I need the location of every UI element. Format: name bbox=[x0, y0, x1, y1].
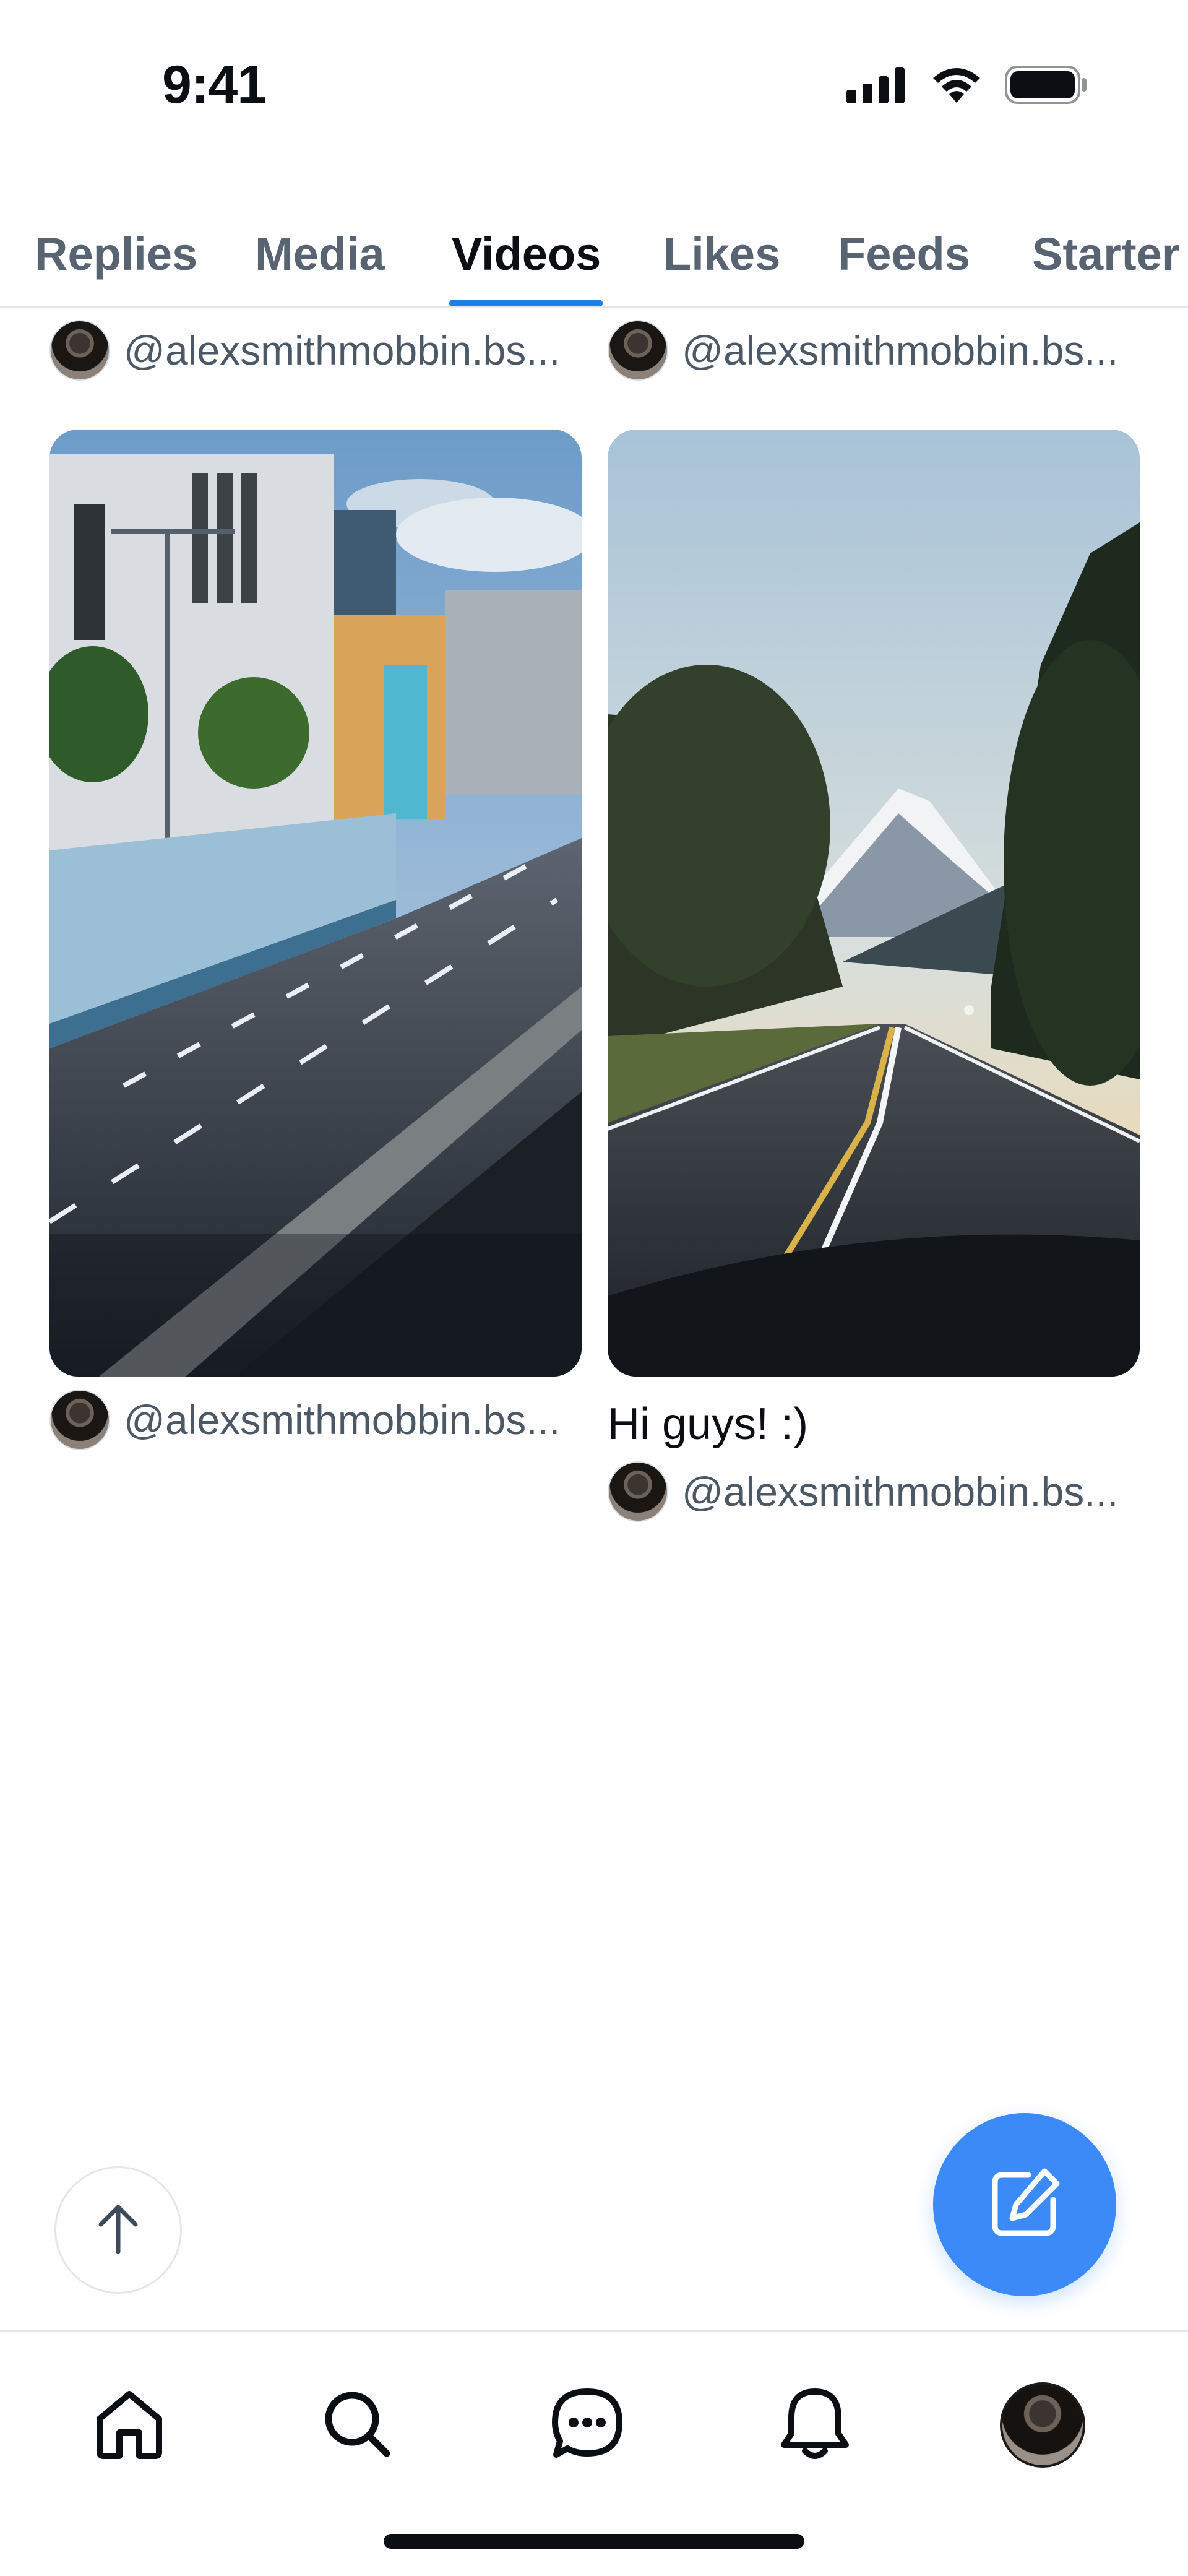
profile-avatar bbox=[1000, 2382, 1085, 2468]
avatar bbox=[50, 1390, 110, 1450]
search-icon bbox=[321, 2388, 393, 2463]
bell-icon bbox=[779, 2385, 851, 2465]
avatar bbox=[50, 320, 110, 381]
scroll-to-top-button[interactable] bbox=[54, 2166, 182, 2294]
compose-icon bbox=[988, 2166, 1062, 2244]
nav-search[interactable] bbox=[304, 2372, 410, 2478]
home-icon bbox=[93, 2388, 165, 2463]
status-time: 9:41 bbox=[162, 55, 267, 115]
mountain-road-video-thumbnail[interactable] bbox=[608, 430, 1140, 1377]
city-highway-video-thumbnail[interactable] bbox=[50, 430, 582, 1377]
post-author[interactable]: @alexsmithmobbin.bs... bbox=[608, 1461, 1118, 1523]
status-bar: 9:41 bbox=[0, 0, 1188, 155]
profile-tab-bar: Replies Media Videos Likes Feeds Starter bbox=[0, 199, 1188, 308]
post-author[interactable]: @alexsmithmobbin.bs... bbox=[50, 319, 560, 381]
tab-replies[interactable]: Replies bbox=[35, 199, 197, 306]
cellular-signal-icon bbox=[846, 66, 908, 106]
active-tab-indicator bbox=[449, 300, 603, 306]
arrow-up-icon bbox=[93, 2201, 143, 2260]
status-icons bbox=[846, 66, 1089, 107]
wifi-icon bbox=[929, 66, 984, 107]
post-caption: Hi guys! :) bbox=[608, 1399, 809, 1449]
avatar bbox=[608, 320, 668, 381]
nav-profile[interactable] bbox=[990, 2372, 1095, 2478]
video-feed: @alexsmithmobbin.bs... @alexsmithmobbin.… bbox=[0, 308, 1188, 2041]
nav-chat[interactable] bbox=[535, 2372, 640, 2478]
author-handle: @alexsmithmobbin.bs... bbox=[124, 1397, 561, 1443]
chat-icon bbox=[550, 2387, 624, 2464]
compose-post-button[interactable] bbox=[933, 2113, 1116, 2296]
tab-media[interactable]: Media bbox=[255, 199, 385, 306]
author-handle: @alexsmithmobbin.bs... bbox=[124, 327, 561, 373]
nav-notifications[interactable] bbox=[762, 2372, 867, 2478]
avatar bbox=[608, 1461, 668, 1522]
tab-feeds[interactable]: Feeds bbox=[838, 199, 970, 306]
tab-starter[interactable]: Starter bbox=[1032, 199, 1180, 306]
post-author[interactable]: @alexsmithmobbin.bs... bbox=[608, 319, 1118, 381]
tab-likes[interactable]: Likes bbox=[663, 199, 780, 306]
home-indicator bbox=[384, 2534, 804, 2549]
author-handle: @alexsmithmobbin.bs... bbox=[682, 1469, 1119, 1515]
post-author[interactable]: @alexsmithmobbin.bs... bbox=[50, 1389, 560, 1451]
author-handle: @alexsmithmobbin.bs... bbox=[682, 327, 1119, 373]
nav-home[interactable] bbox=[77, 2372, 182, 2478]
battery-icon bbox=[1005, 66, 1089, 107]
tab-videos[interactable]: Videos bbox=[452, 199, 601, 306]
